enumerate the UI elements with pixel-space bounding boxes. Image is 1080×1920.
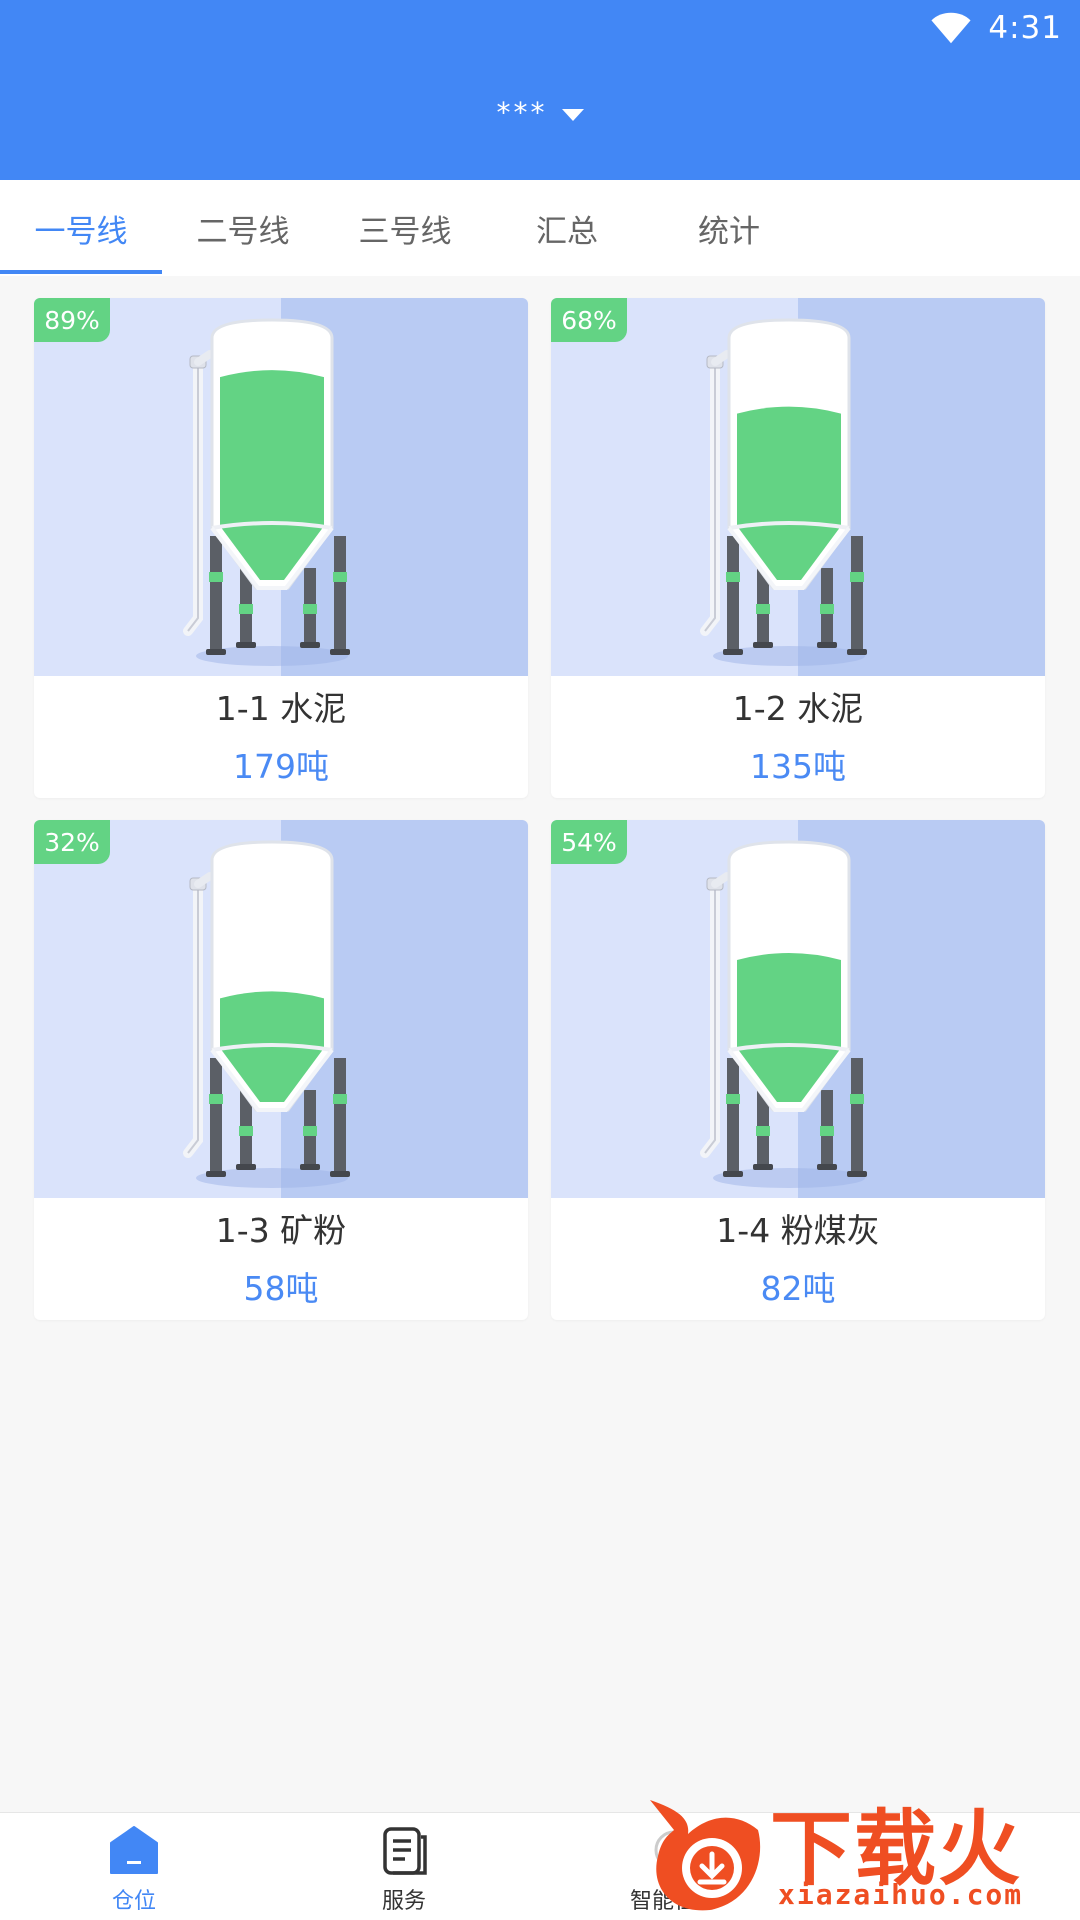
status-time: 4:31 (988, 10, 1062, 46)
fill-percent-badge: 89% (34, 298, 110, 342)
fill-percent-badge: 32% (34, 820, 110, 864)
home-icon (110, 1826, 158, 1874)
title-dropdown[interactable]: *** (0, 96, 1080, 129)
watermark-logo: 下载火 xiazaihuo.com (640, 1782, 1080, 1920)
nav-item-service[interactable]: 服务 (314, 1813, 494, 1920)
silo-leg (851, 1058, 863, 1173)
silo-name: 1-4 粉煤灰 (716, 1211, 880, 1250)
silo-card[interactable]: 54% 1-4 粉煤灰 82吨 (551, 820, 1045, 1320)
tab-line-3[interactable]: 三号线 (324, 180, 486, 276)
silo-leg (334, 1058, 346, 1173)
tab-bar: 一号线 二号线 三号线 汇总 统计 (0, 180, 1080, 276)
silo-icon (700, 840, 867, 1188)
pipe (700, 359, 720, 636)
wifi-icon (931, 12, 971, 44)
fill-percent-badge: 54% (551, 820, 627, 864)
silo-leg (210, 536, 222, 651)
fill-percent-badge: 68% (551, 298, 627, 342)
tab-line-1[interactable]: 一号线 (0, 180, 162, 276)
silo-icon (183, 840, 350, 1188)
tab-statistics[interactable]: 统计 (648, 180, 810, 276)
tab-summary[interactable]: 汇总 (486, 180, 648, 276)
app-bar: 4:31 *** (0, 0, 1080, 180)
silo-icon (183, 318, 350, 666)
silo-illustration: 32% (34, 820, 528, 1198)
silo-card[interactable]: 89% 1-1 水泥 179吨 (34, 298, 528, 798)
silo-card[interactable]: 68% 1-2 水泥 135吨 (551, 298, 1045, 798)
silo-name: 1-3 矿粉 (215, 1211, 347, 1250)
silo-quantity: 58吨 (243, 1269, 319, 1308)
pipe (700, 881, 720, 1158)
silo-illustration: 54% (551, 820, 1045, 1198)
flame-logo-icon (650, 1800, 761, 1911)
silo-leg (727, 1058, 739, 1173)
silo-quantity: 82吨 (760, 1269, 836, 1308)
silo-leg (851, 536, 863, 651)
silo-leg (210, 1058, 222, 1173)
silo-quantity: 135吨 (750, 747, 846, 786)
nav-label: 仓位 (111, 1889, 156, 1914)
silo-icon (700, 318, 867, 666)
page-title: *** (496, 96, 548, 129)
watermark-subtext: xiazaihuo.com (778, 1878, 1024, 1911)
silo-leg (727, 536, 739, 651)
tab-line-2[interactable]: 二号线 (162, 180, 324, 276)
document-icon (383, 1827, 427, 1875)
silo-illustration: 68% (551, 298, 1045, 676)
silo-leg (334, 536, 346, 651)
pipe (183, 881, 203, 1158)
silo-illustration: 89% (34, 298, 528, 676)
status-bar: 4:31 (930, 8, 1062, 48)
chevron-down-icon (561, 108, 584, 121)
nav-item-storage[interactable]: 仓位 (44, 1813, 224, 1920)
nav-label: 服务 (381, 1889, 426, 1914)
silo-quantity: 179吨 (233, 747, 329, 786)
silo-name: 1-2 水泥 (732, 689, 864, 728)
silo-card[interactable]: 32% 1-3 矿粉 58吨 (34, 820, 528, 1320)
pipe (183, 359, 203, 636)
silo-name: 1-1 水泥 (215, 689, 347, 728)
